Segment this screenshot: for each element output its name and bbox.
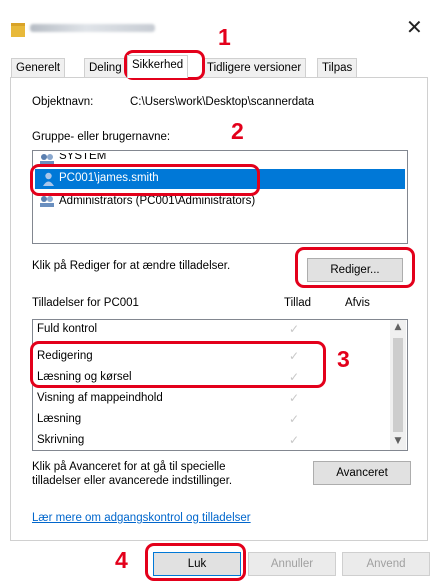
object-name-value: C:\Users\work\Desktop\scannerdata bbox=[130, 96, 315, 108]
tab-generelt[interactable]: Generelt bbox=[11, 58, 66, 78]
cancel-button: Annuller bbox=[248, 552, 336, 576]
perm-row-label: Fuld kontrol bbox=[37, 323, 98, 335]
window-title-blurred bbox=[30, 24, 155, 32]
perm-row-label: Skrivning bbox=[37, 434, 85, 446]
permissions-label: Tilladelser for PC001 bbox=[32, 297, 139, 309]
perm-row-label: Visning af mappeindhold bbox=[37, 392, 163, 404]
edit-hint: Klik på Rediger for at ændre tilladelser… bbox=[32, 260, 231, 272]
callout-number-3: 3 bbox=[337, 346, 350, 372]
callout-number-4: 4 bbox=[115, 547, 128, 573]
permissions-scrollbar[interactable]: ▲ ▼ bbox=[390, 320, 406, 450]
advanced-hint-line2: tilladelser eller avancerede indstilling… bbox=[32, 475, 233, 487]
tab-sikkerhed[interactable]: Sikkerhed bbox=[127, 55, 189, 78]
scroll-thumb[interactable] bbox=[393, 338, 403, 432]
groups-label: Gruppe- eller brugernavne: bbox=[32, 131, 171, 143]
callout-box-user bbox=[30, 164, 260, 196]
advanced-button[interactable]: Avanceret bbox=[313, 461, 411, 485]
close-icon[interactable]: ✕ bbox=[406, 17, 423, 37]
perm-row-label: Læsning bbox=[37, 413, 82, 425]
folder-icon bbox=[11, 23, 25, 37]
apply-button: Anvend bbox=[342, 552, 430, 576]
tab-deling[interactable]: Deling bbox=[84, 58, 127, 78]
callout-box-close bbox=[145, 543, 246, 581]
callout-number-1: 1 bbox=[218, 24, 231, 50]
col-allow-header: Tillad bbox=[284, 297, 312, 309]
object-name-label: Objektnavn: bbox=[32, 96, 94, 108]
allow-check-icon: ✓ bbox=[289, 412, 300, 426]
group-icon bbox=[40, 196, 54, 207]
callout-box-permissions bbox=[30, 341, 326, 388]
allow-check-icon: ✓ bbox=[289, 391, 300, 405]
tab-tidligere-versioner[interactable]: Tidligere versioner bbox=[202, 58, 307, 78]
scroll-up-icon[interactable]: ▲ bbox=[390, 322, 406, 332]
list-item-label: SYSTEM bbox=[59, 153, 107, 162]
allow-check-icon: ✓ bbox=[289, 322, 300, 333]
col-deny-header: Afvis bbox=[345, 297, 370, 309]
learn-more-link[interactable]: Lær mere om adgangskontrol og tilladelse… bbox=[32, 512, 251, 524]
callout-number-2: 2 bbox=[231, 118, 244, 144]
scroll-down-icon[interactable]: ▼ bbox=[390, 436, 406, 446]
list-item-label: Administrators (PC001\Administrators) bbox=[59, 195, 256, 207]
advanced-hint-line1: Klik på Avanceret for at gå til speciell… bbox=[32, 461, 226, 473]
callout-box-edit bbox=[295, 247, 415, 288]
tab-tilpas[interactable]: Tilpas bbox=[317, 58, 358, 78]
allow-check-icon: ✓ bbox=[289, 433, 300, 447]
